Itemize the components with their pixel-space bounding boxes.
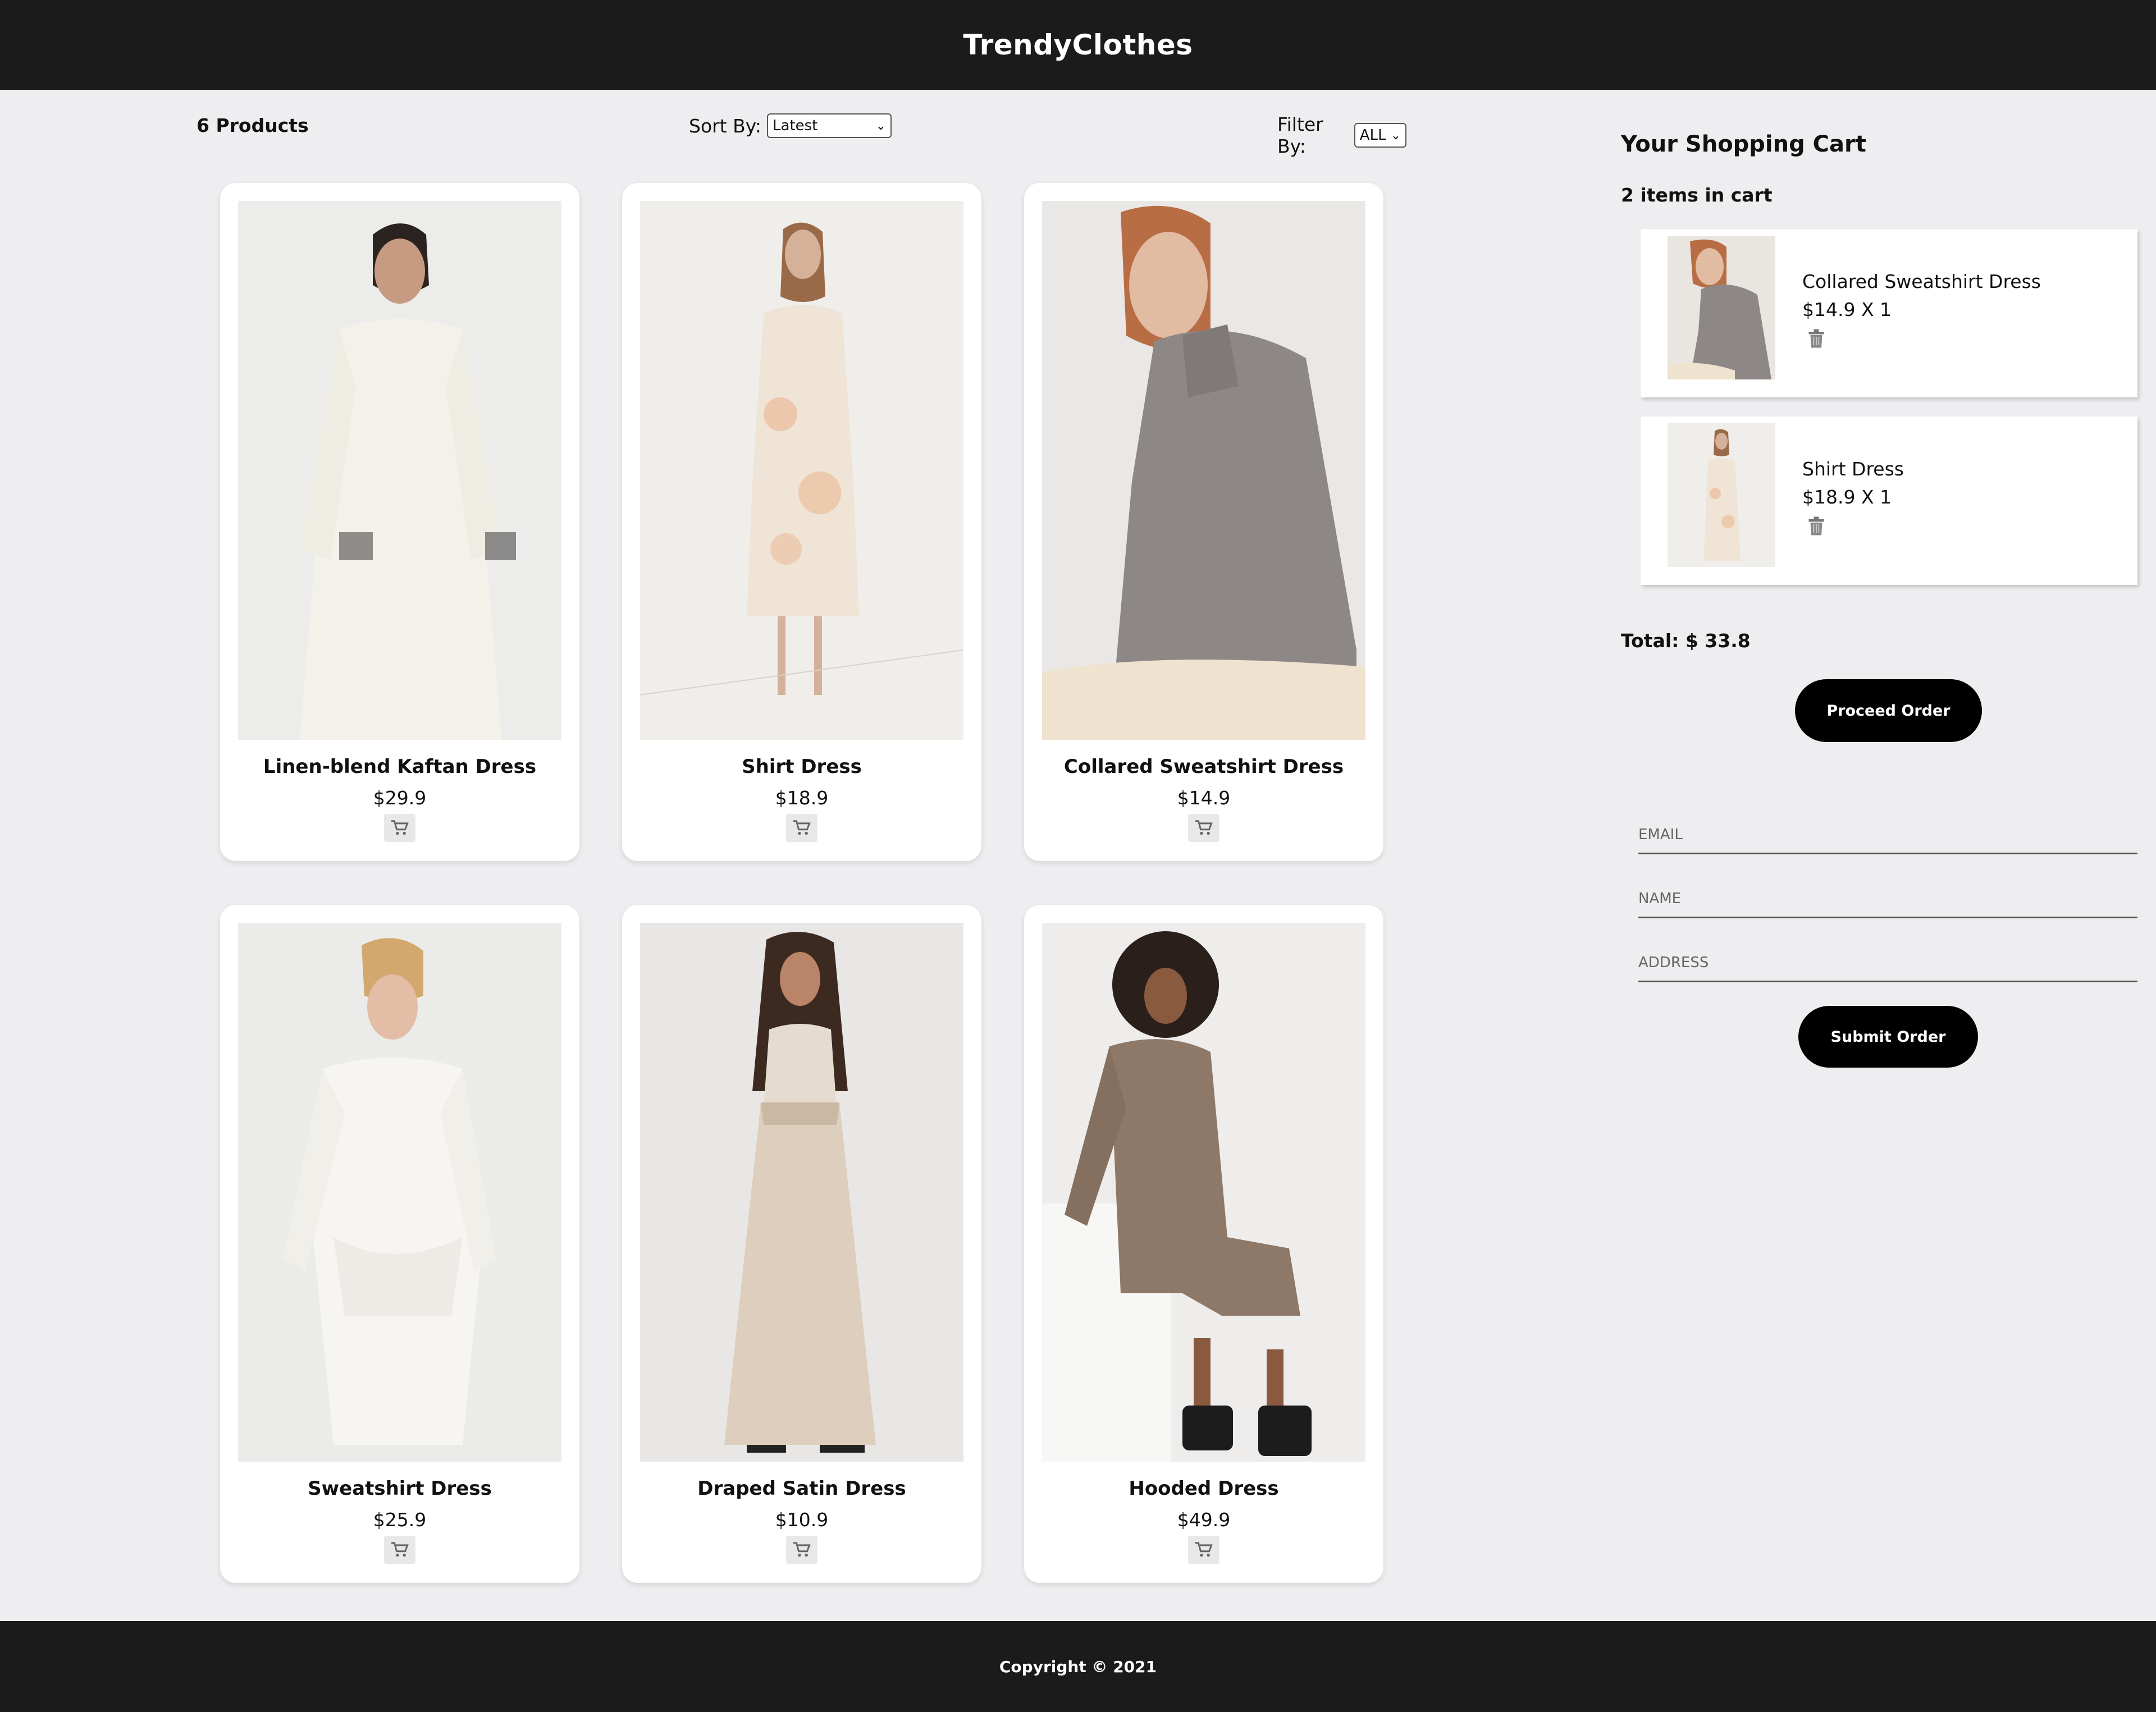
product-image[interactable] <box>1042 923 1365 1462</box>
product-image[interactable] <box>640 923 963 1462</box>
address-field[interactable]: ADDRESS <box>1638 943 2137 982</box>
name-field[interactable]: NAME <box>1638 879 2137 918</box>
address-placeholder: ADDRESS <box>1638 954 1709 971</box>
sort-select-value: Latest <box>773 117 818 134</box>
remove-item-button[interactable] <box>1808 516 1825 535</box>
add-to-cart-button[interactable] <box>384 814 415 842</box>
product-card: Collared Sweatshirt Dress $14.9 <box>1024 183 1383 861</box>
filter-control: Filter By: ALL ⌄ <box>1277 113 1406 157</box>
product-toolbar: 6 Products Sort By: Latest ⌄ Filter By: … <box>197 112 1406 157</box>
cart-icon <box>1195 820 1213 835</box>
add-to-cart-button[interactable] <box>786 814 817 842</box>
remove-item-button[interactable] <box>1808 329 1825 348</box>
trash-icon <box>1808 516 1824 535</box>
product-price: $18.9 <box>775 787 829 809</box>
cart-heading: Your Shopping Cart <box>1621 131 1866 157</box>
trash-icon <box>1808 329 1824 348</box>
product-card: Hooded Dress $49.9 <box>1024 905 1383 1583</box>
filter-label: Filter By: <box>1277 113 1323 157</box>
add-to-cart-button[interactable] <box>786 1536 817 1564</box>
cart-item-name: Collared Sweatshirt Dress <box>1802 271 2041 292</box>
proceed-order-button[interactable]: Proceed Order <box>1795 679 1982 742</box>
site-header: TrendyClothes <box>0 0 2156 90</box>
name-placeholder: NAME <box>1638 890 1682 907</box>
product-title[interactable]: Shirt Dress <box>622 756 981 778</box>
product-price: $49.9 <box>1177 1509 1231 1531</box>
product-card: Shirt Dress $18.9 <box>622 183 981 861</box>
cart-item-name: Shirt Dress <box>1802 458 1904 480</box>
product-title[interactable]: Collared Sweatshirt Dress <box>1024 756 1383 778</box>
cart-icon <box>1195 1542 1213 1557</box>
chevron-down-icon: ⌄ <box>1390 128 1401 143</box>
filter-select[interactable]: ALL ⌄ <box>1354 123 1406 148</box>
product-price: $29.9 <box>373 787 427 809</box>
copyright-text: Copyright © 2021 <box>999 1657 1157 1676</box>
product-card: Draped Satin Dress $10.9 <box>622 905 981 1583</box>
product-title[interactable]: Linen-blend Kaftan Dress <box>220 756 579 778</box>
product-card: Sweatshirt Dress $25.9 <box>220 905 579 1583</box>
filter-select-value: ALL <box>1359 127 1386 144</box>
cart-item-price-qty: $18.9 X 1 <box>1802 486 1892 508</box>
brand-logo[interactable]: TrendyClothes <box>963 29 1193 61</box>
product-card: Linen-blend Kaftan Dress $29.9 <box>220 183 579 861</box>
cart-item-price-qty: $14.9 X 1 <box>1802 299 1892 321</box>
add-to-cart-button[interactable] <box>384 1536 415 1564</box>
product-price: $14.9 <box>1177 787 1231 809</box>
email-field[interactable]: EMAIL <box>1638 815 2137 854</box>
add-to-cart-button[interactable] <box>1188 1536 1219 1564</box>
sort-select[interactable]: Latest ⌄ <box>767 113 892 138</box>
product-title[interactable]: Draped Satin Dress <box>622 1477 981 1500</box>
product-price: $25.9 <box>373 1509 427 1531</box>
add-to-cart-button[interactable] <box>1188 814 1219 842</box>
cart-item: Collared Sweatshirt Dress $14.9 X 1 <box>1641 229 2137 397</box>
product-count: 6 Products <box>197 115 309 136</box>
cart-item-image <box>1668 423 1775 567</box>
cart-item-image <box>1668 236 1775 379</box>
sort-control: Sort By: Latest ⌄ <box>689 113 892 138</box>
product-image[interactable] <box>1042 201 1365 740</box>
product-image[interactable] <box>238 923 561 1462</box>
cart-icon <box>793 820 811 835</box>
product-title[interactable]: Sweatshirt Dress <box>220 1477 579 1500</box>
product-image[interactable] <box>640 201 963 740</box>
cart-item: Shirt Dress $18.9 X 1 <box>1641 416 2137 585</box>
cart-item-count: 2 items in cart <box>1621 184 1773 206</box>
cart-icon <box>391 1542 409 1557</box>
product-title[interactable]: Hooded Dress <box>1024 1477 1383 1500</box>
chevron-down-icon: ⌄ <box>875 118 887 133</box>
submit-order-button[interactable]: Submit Order <box>1798 1006 1978 1068</box>
cart-icon <box>793 1542 811 1557</box>
product-price: $10.9 <box>775 1509 829 1531</box>
sort-label: Sort By: <box>689 115 762 137</box>
product-image[interactable] <box>238 201 561 740</box>
site-footer: Copyright © 2021 <box>0 1621 2156 1712</box>
cart-total: Total: $ 33.8 <box>1621 630 1751 652</box>
cart-icon <box>391 820 409 835</box>
email-placeholder: EMAIL <box>1638 826 1683 843</box>
